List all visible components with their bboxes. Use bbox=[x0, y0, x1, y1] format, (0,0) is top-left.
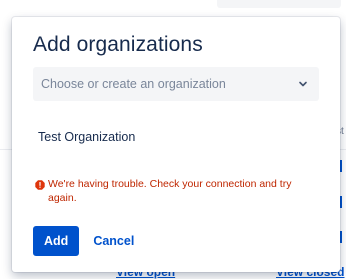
warning-icon bbox=[35, 179, 45, 190]
cancel-button[interactable]: Cancel bbox=[83, 226, 144, 256]
chevron-down-icon bbox=[299, 81, 307, 87]
add-button[interactable]: Add bbox=[33, 226, 80, 256]
add-organizations-dialog: Add organizations Choose or create an or… bbox=[12, 17, 340, 272]
select-placeholder: Choose or create an organization bbox=[41, 77, 226, 91]
organization-select[interactable]: Choose or create an organization bbox=[33, 67, 319, 101]
dialog-actions: Add Cancel bbox=[33, 226, 144, 256]
background-box bbox=[217, 0, 341, 8]
error-message: We're having trouble. Check your connect… bbox=[35, 178, 303, 205]
selected-organization: Test Organization bbox=[38, 130, 136, 144]
dialog-title: Add organizations bbox=[33, 33, 203, 56]
error-text: We're having trouble. Check your connect… bbox=[48, 178, 292, 204]
